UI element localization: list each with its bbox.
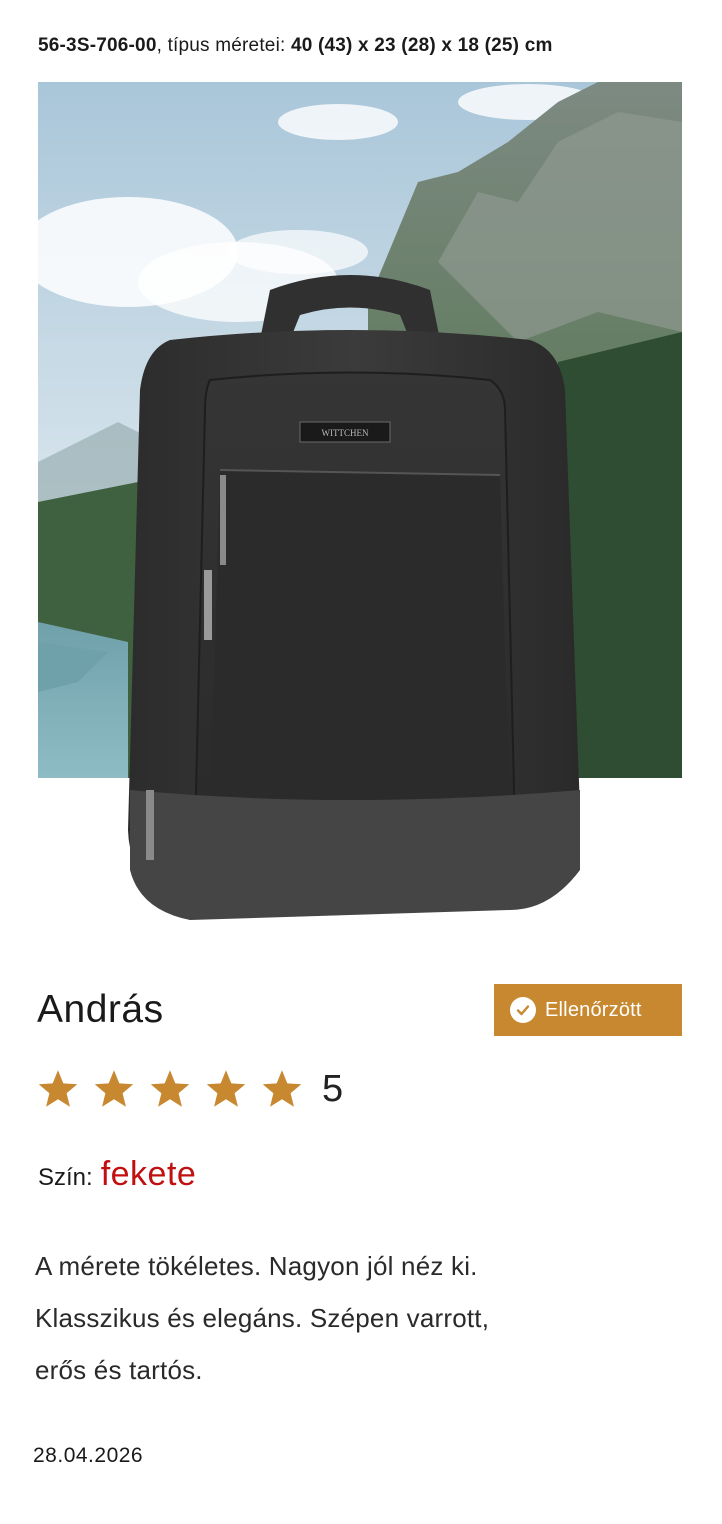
star-icon xyxy=(206,1070,246,1107)
rating-stars: 5 xyxy=(36,1067,343,1111)
review-date: 28.04.2026 xyxy=(33,1444,144,1467)
dimensions-label: típus méretei: xyxy=(167,35,286,56)
rating-value: 5 xyxy=(322,1068,344,1110)
review-text-line: erős és tartós. xyxy=(35,1355,203,1385)
color-label: Szín: xyxy=(38,1164,93,1191)
product-image[interactable]: WITTCHEN xyxy=(0,80,722,960)
verified-label: Ellenőrzött xyxy=(545,998,642,1021)
product-spec-line: 56-3S-706-00, típus méretei: 40 (43) x 2… xyxy=(38,33,553,59)
color-row: Szín: fekete xyxy=(38,1155,196,1194)
check-circle-icon xyxy=(510,997,536,1023)
review-text: A mérete tökéletes. Nagyon jól néz ki. K… xyxy=(35,1240,635,1396)
review-text-line: Klasszikus és elegáns. Szépen varrott, xyxy=(35,1303,490,1333)
review-text-line: A mérete tökéletes. Nagyon jól néz ki. xyxy=(35,1251,478,1281)
review-author: András xyxy=(37,988,164,1031)
verified-badge: Ellenőrzött xyxy=(494,984,682,1036)
star-icon xyxy=(38,1070,78,1107)
star-icon xyxy=(94,1070,134,1107)
star-icon xyxy=(150,1070,190,1107)
star-icon xyxy=(262,1070,302,1107)
backpack-icon: WITTCHEN xyxy=(128,275,580,920)
color-value: fekete xyxy=(100,1155,197,1193)
dimensions-value: 40 (43) x 23 (28) x 18 (25) xyxy=(290,35,520,56)
product-code: 56-3S-706-00 xyxy=(38,35,157,56)
dimensions-unit: cm xyxy=(524,35,553,56)
svg-text:WITTCHEN: WITTCHEN xyxy=(322,428,369,438)
spec-separator: , xyxy=(156,35,163,56)
